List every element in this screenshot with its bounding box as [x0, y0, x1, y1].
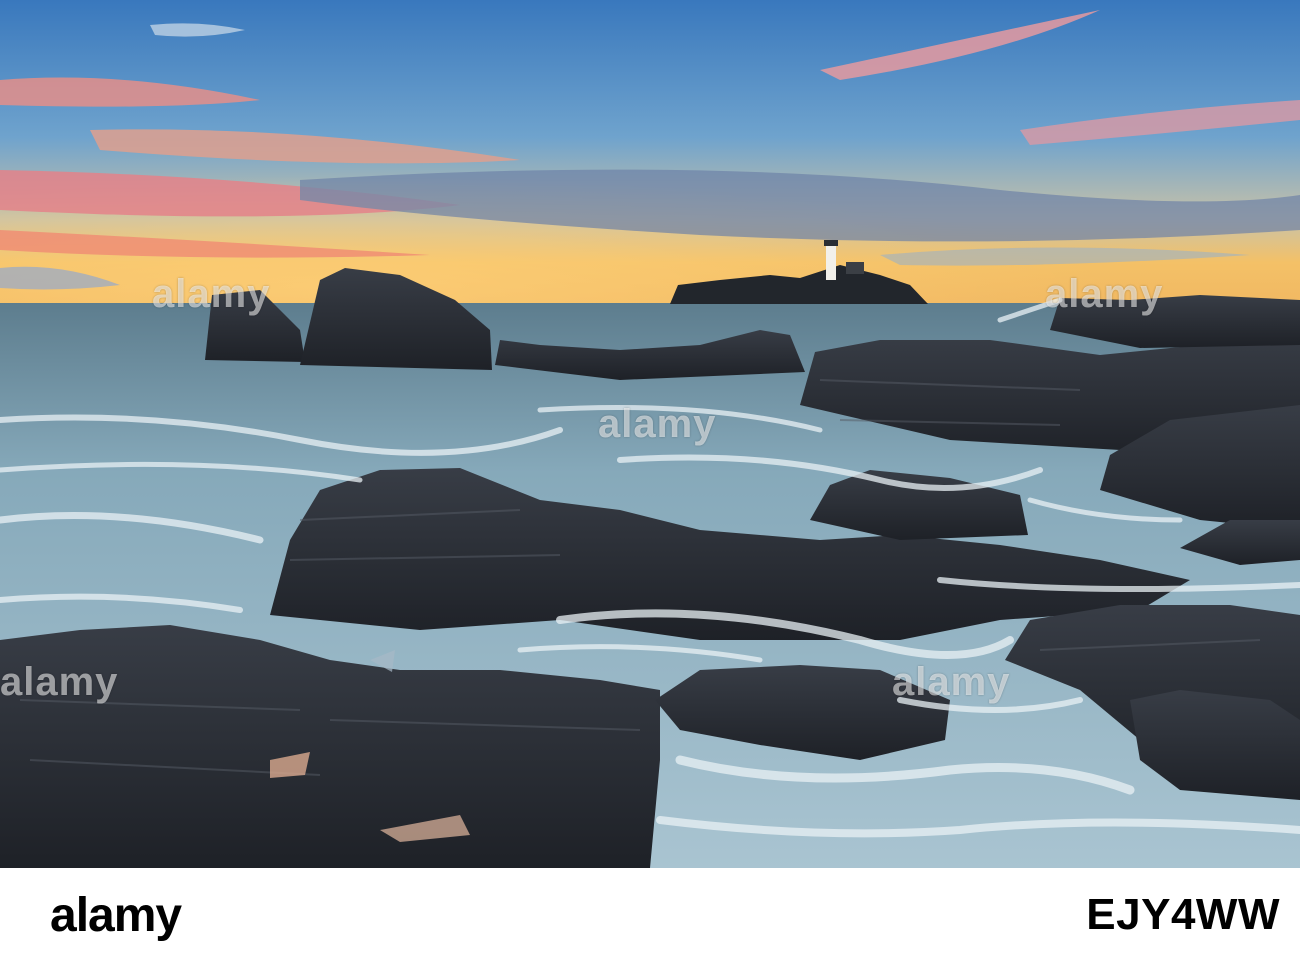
watermark: alamy — [1045, 272, 1164, 316]
photo: alamy alamy alamy alamy alamy — [0, 0, 1300, 868]
alamy-logo: alamy — [50, 889, 182, 942]
footer-bar: alamy EJY4WW — [0, 868, 1300, 956]
watermark: alamy — [598, 402, 717, 446]
watermark: alamy — [892, 660, 1011, 704]
watermark: alamy — [152, 272, 271, 316]
watermark: alamy — [0, 660, 119, 704]
image-id: EJY4WW — [1086, 890, 1280, 939]
lighthouse — [826, 244, 836, 280]
